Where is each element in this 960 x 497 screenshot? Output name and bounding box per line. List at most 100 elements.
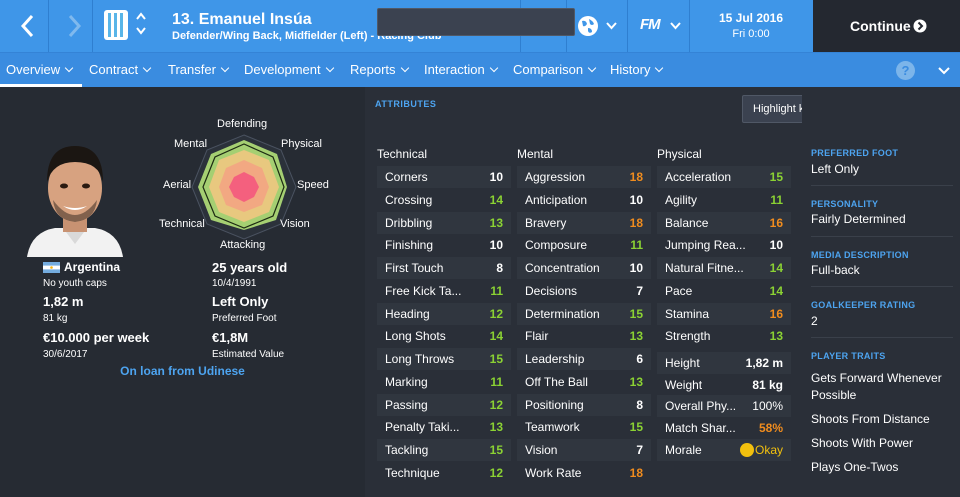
attribute-row[interactable]: Balance 16 xyxy=(657,211,791,234)
tab-overview[interactable]: Overview xyxy=(6,53,74,87)
attribute-row[interactable]: Stamina 16 xyxy=(657,302,791,325)
attribute-row[interactable]: Pace 14 xyxy=(657,280,791,302)
highlight-role-dropdown[interactable] xyxy=(377,8,575,36)
date-box[interactable]: 15 Jul 2016 Fri 0:00 xyxy=(689,0,813,52)
extra-value: Okay xyxy=(754,442,783,457)
attribute-row[interactable]: Decisions 7 xyxy=(517,280,651,302)
attribute-value: 7 xyxy=(636,283,643,298)
attribute-row[interactable]: Positioning 8 xyxy=(517,393,651,416)
back-arrow-icon[interactable] xyxy=(18,12,38,40)
attribute-value: 16 xyxy=(769,306,783,321)
attribute-row[interactable]: Jumping Rea... 10 xyxy=(657,234,791,256)
chevron-down-icon xyxy=(220,63,230,73)
radar-label-aerial: Aerial xyxy=(163,179,192,191)
tab-reports[interactable]: Reports xyxy=(350,53,409,87)
chevron-down-icon xyxy=(587,63,597,73)
tab-comparison[interactable]: Comparison xyxy=(513,53,597,87)
player-title: 13. Emanuel Insúa xyxy=(172,11,312,28)
date-of-birth: 10/4/1991 xyxy=(212,278,257,289)
attribute-row[interactable]: Finishing 10 xyxy=(377,234,511,256)
attribute-row[interactable]: Penalty Taki... 13 xyxy=(377,416,511,438)
attribute-name: Bravery xyxy=(525,215,567,230)
tab-interaction[interactable]: Interaction xyxy=(424,53,498,87)
attribute-name: Positioning xyxy=(525,397,584,412)
nav-menu-chevron-icon[interactable] xyxy=(938,67,950,75)
attribute-row[interactable]: Leadership 6 xyxy=(517,348,651,370)
continue-button[interactable]: Continue xyxy=(813,0,960,52)
attribute-row[interactable]: Corners 10 xyxy=(377,166,511,188)
tab-history[interactable]: History xyxy=(610,53,664,87)
tab-label: Interaction xyxy=(424,62,485,77)
physical-header: Physical xyxy=(657,147,702,161)
attribute-row[interactable]: Long Shots 14 xyxy=(377,325,511,347)
fm-logo[interactable]: FM xyxy=(640,16,661,33)
attribute-value: 15 xyxy=(629,306,643,321)
attribute-row[interactable]: Aggression 18 xyxy=(517,166,651,188)
attribute-row[interactable]: Free Kick Ta... 11 xyxy=(377,280,511,302)
radar-label-speed: Speed xyxy=(297,179,329,191)
forward-arrow-icon[interactable] xyxy=(64,12,84,40)
attribute-row[interactable]: Concentration 10 xyxy=(517,257,651,279)
radar-label-defending: Defending xyxy=(217,118,268,130)
attribute-value: 14 xyxy=(769,261,783,275)
attribute-value: 11 xyxy=(630,238,643,253)
attribute-row[interactable]: Natural Fitne... 14 xyxy=(657,257,791,279)
attribute-name: Technique xyxy=(385,465,440,480)
attribute-row[interactable]: Anticipation 10 xyxy=(517,189,651,211)
attribute-row[interactable]: Passing 12 xyxy=(377,393,511,416)
attribute-row[interactable]: First Touch 8 xyxy=(377,257,511,279)
divider xyxy=(811,286,953,287)
attribute-row[interactable]: Bravery 18 xyxy=(517,211,651,234)
chevron-up-icon[interactable] xyxy=(136,12,146,20)
attribute-row[interactable]: Heading 12 xyxy=(377,302,511,325)
player-photo xyxy=(27,146,123,257)
tab-development[interactable]: Development xyxy=(244,53,334,87)
attribute-row[interactable]: Technique 12 xyxy=(377,462,511,484)
globe-chevron-icon[interactable] xyxy=(606,22,617,30)
attribute-value: 11 xyxy=(490,283,503,298)
extra-value: 81 kg xyxy=(752,377,783,392)
attribute-name: Crossing xyxy=(385,192,433,207)
extra-value: 58% xyxy=(758,421,783,436)
attribute-name: First Touch xyxy=(385,261,444,275)
loan-link[interactable]: On loan from Udinese xyxy=(0,364,365,378)
attribute-row[interactable]: Long Throws 15 xyxy=(377,348,511,370)
attribute-value: 8 xyxy=(496,261,503,275)
attribute-row[interactable]: Vision 7 xyxy=(517,439,651,461)
attribute-name: Tackling xyxy=(385,443,429,457)
attribute-row[interactable]: Off The Ball 13 xyxy=(517,371,651,393)
attribute-row[interactable]: Tackling 15 xyxy=(377,439,511,461)
tab-transfer[interactable]: Transfer xyxy=(168,53,230,87)
extra-value: 100% xyxy=(752,399,783,414)
fm-chevron-icon[interactable] xyxy=(670,22,681,30)
attribute-row[interactable]: Strength 13 xyxy=(657,325,791,347)
personality-section-title: PERSONALITY xyxy=(811,199,879,209)
attribute-row[interactable]: Crossing 14 xyxy=(377,189,511,211)
attribute-name: Natural Fitne... xyxy=(665,261,744,275)
attribute-row[interactable]: Acceleration 15 xyxy=(657,166,791,188)
chevron-down-icon xyxy=(400,63,409,73)
attribute-row[interactable]: Flair 13 xyxy=(517,325,651,347)
attribute-row[interactable]: Work Rate 18 xyxy=(517,462,651,484)
goalkeeper-rating-value: 2 xyxy=(811,314,818,328)
attribute-row[interactable]: Marking 11 xyxy=(377,371,511,393)
chevron-down-icon[interactable] xyxy=(136,27,146,35)
attribute-row[interactable]: Dribbling 13 xyxy=(377,211,511,234)
attribute-value: 11 xyxy=(490,374,503,389)
player-traits-title: PLAYER TRAITS xyxy=(811,351,886,361)
current-time: Fri 0:00 xyxy=(732,28,770,40)
attribute-row[interactable]: Composure 11 xyxy=(517,234,651,256)
sub-navigation: Overview Contract Transfer Development R… xyxy=(0,52,960,87)
globe-icon[interactable] xyxy=(577,15,599,37)
extra-value: 1,82 m xyxy=(745,356,783,370)
help-icon[interactable]: ? xyxy=(896,61,915,80)
attribute-value: 18 xyxy=(629,465,643,480)
attribute-value: 10 xyxy=(489,170,503,184)
attribute-row[interactable]: Teamwork 15 xyxy=(517,416,651,438)
attribute-value: 13 xyxy=(769,329,783,344)
tab-contract[interactable]: Contract xyxy=(89,53,152,87)
attribute-row[interactable]: Determination 15 xyxy=(517,302,651,325)
attribute-row[interactable]: Agility 11 xyxy=(657,189,791,211)
attribute-name: Balance xyxy=(665,215,709,230)
attribute-value: 15 xyxy=(629,420,643,435)
